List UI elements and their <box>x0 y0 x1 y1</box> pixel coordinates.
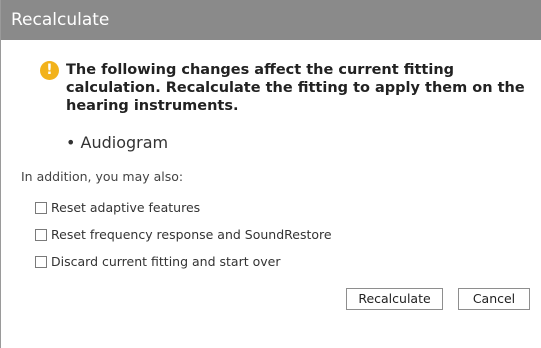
option-reset-frequency-response[interactable]: Reset frequency response and SoundRestor… <box>35 227 332 242</box>
warning-icon: ! <box>40 61 59 80</box>
cancel-button[interactable]: Cancel <box>458 288 530 310</box>
option-label: Discard current fitting and start over <box>51 254 281 269</box>
dialog-title: Recalculate <box>1 0 541 40</box>
option-reset-adaptive-features[interactable]: Reset adaptive features <box>35 200 200 215</box>
discard-fitting-checkbox[interactable] <box>35 255 47 268</box>
recalculate-dialog: Recalculate ! The following changes affe… <box>0 0 541 348</box>
recalculate-button[interactable]: Recalculate <box>346 288 443 310</box>
reset-adaptive-features-checkbox[interactable] <box>35 201 47 214</box>
change-item-audiogram: • Audiogram <box>66 133 169 152</box>
addition-label: In addition, you may also: <box>21 169 184 184</box>
reset-frequency-response-checkbox[interactable] <box>35 228 47 241</box>
option-label: Reset frequency response and SoundRestor… <box>51 227 332 242</box>
option-label: Reset adaptive features <box>51 200 201 215</box>
notice-text: The following changes affect the current… <box>66 62 525 114</box>
option-discard-fitting[interactable]: Discard current fitting and start over <box>35 254 280 269</box>
